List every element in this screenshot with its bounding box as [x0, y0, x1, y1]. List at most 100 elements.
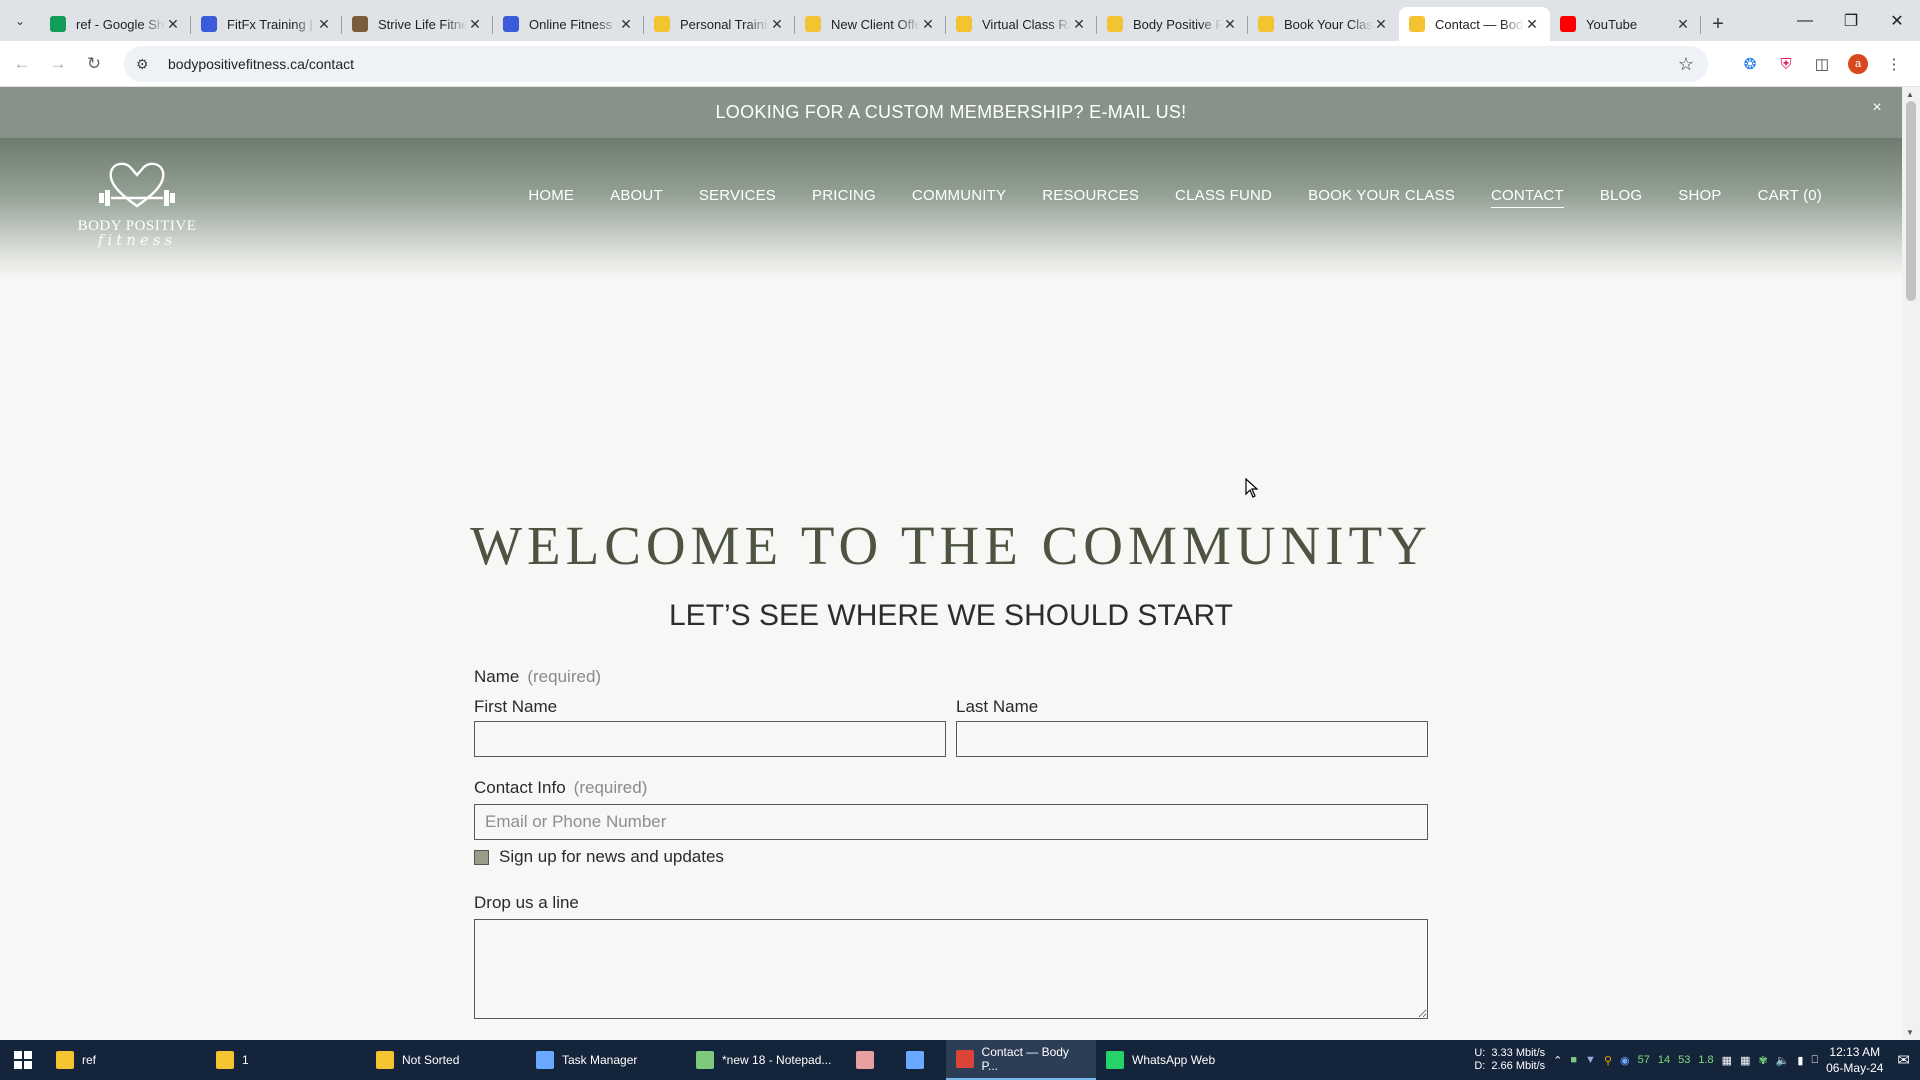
- tab-close-icon[interactable]: ✕: [1373, 16, 1389, 33]
- clock[interactable]: 12:13 AM 06-May-24: [1826, 1044, 1883, 1076]
- back-arrow-icon[interactable]: ←: [4, 46, 40, 82]
- site-logo[interactable]: BODY POSITIVE fitness: [62, 158, 212, 258]
- message-label: Drop us a line: [474, 893, 579, 912]
- extension-icon[interactable]: ❂: [1732, 46, 1768, 82]
- profile-avatar[interactable]: a: [1840, 46, 1876, 82]
- tray-globe-icon[interactable]: ◉: [1620, 1054, 1630, 1067]
- tab-close-icon[interactable]: ✕: [467, 16, 483, 33]
- tab-close-icon[interactable]: ✕: [1222, 16, 1238, 33]
- scroll-up-icon[interactable]: ▲: [1906, 90, 1914, 99]
- tab-close-icon[interactable]: ✕: [769, 16, 785, 33]
- windows-start-icon[interactable]: [0, 1040, 46, 1080]
- browser-tab[interactable]: Strive Life Fitness✕: [342, 7, 493, 41]
- tab-title: YouTube: [1586, 16, 1638, 32]
- tray-app-icon[interactable]: ▦: [1740, 1054, 1750, 1067]
- browser-tab[interactable]: Online Fitness Classes✕: [493, 7, 644, 41]
- tab-close-icon[interactable]: ✕: [1524, 16, 1540, 33]
- address-bar[interactable]: ⚙ bodypositivefitness.ca/contact ☆: [124, 46, 1708, 82]
- folder-icon: [956, 16, 972, 32]
- tray-app-icon[interactable]: ▼: [1585, 1054, 1596, 1066]
- tab-close-icon[interactable]: ✕: [1675, 16, 1691, 33]
- scrollbar-thumb[interactable]: [1906, 101, 1916, 301]
- tab-search-chevron-icon[interactable]: ⌄: [0, 0, 40, 41]
- tray-search-icon[interactable]: ⚲: [1604, 1054, 1612, 1067]
- nav-link-shop[interactable]: SHOP: [1678, 187, 1721, 208]
- browser-tab[interactable]: Book Your Class ✕: [1248, 7, 1399, 41]
- nav-link-home[interactable]: HOME: [528, 187, 574, 208]
- taskbar-item[interactable]: [896, 1040, 946, 1080]
- url-text[interactable]: bodypositivefitness.ca/contact: [168, 56, 354, 72]
- taskbar-item[interactable]: Contact — Body P...: [946, 1040, 1096, 1080]
- tray-app-icon[interactable]: ✾: [1758, 1054, 1767, 1067]
- browser-tab[interactable]: YouTube ✕: [1550, 7, 1701, 41]
- tray-chevron-icon[interactable]: ⌃: [1553, 1054, 1562, 1067]
- scroll-down-icon[interactable]: ▼: [1906, 1028, 1914, 1037]
- mouse-cursor-icon: [1245, 478, 1259, 498]
- taskbar-item[interactable]: [846, 1040, 896, 1080]
- taskbar-item[interactable]: *new 18 - Notepad...: [686, 1040, 846, 1080]
- taskbar-item[interactable]: 1: [206, 1040, 366, 1080]
- browser-tab[interactable]: ref - Google Sheets✕: [40, 7, 191, 41]
- message-textarea[interactable]: [474, 919, 1428, 1019]
- taskbar-item[interactable]: Task Manager: [526, 1040, 686, 1080]
- forward-arrow-icon[interactable]: →: [40, 46, 76, 82]
- taskbar-item[interactable]: ref: [46, 1040, 206, 1080]
- nav-link-class-fund[interactable]: CLASS FUND: [1175, 187, 1272, 208]
- last-name-input[interactable]: [956, 721, 1428, 757]
- tab-close-icon[interactable]: ✕: [165, 16, 181, 33]
- announcement-bar[interactable]: LOOKING FOR A CUSTOM MEMBERSHIP? E-MAIL …: [0, 87, 1902, 138]
- network-icon[interactable]: ⎕: [1811, 1054, 1818, 1067]
- tab-close-icon[interactable]: ✕: [316, 16, 332, 33]
- tab-close-icon[interactable]: ✕: [920, 16, 936, 33]
- battery-icon[interactable]: ▮: [1797, 1054, 1803, 1067]
- browser-tab[interactable]: FitFx Training | Online✕: [191, 7, 342, 41]
- puzzle-extensions-icon[interactable]: ◫: [1804, 46, 1840, 82]
- contact-info-input[interactable]: [474, 804, 1428, 840]
- nav-link-about[interactable]: ABOUT: [610, 187, 663, 208]
- taskbar-item[interactable]: Not Sorted: [366, 1040, 526, 1080]
- site-info-icon[interactable]: ⚙: [136, 56, 158, 73]
- nav-link-blog[interactable]: BLOG: [1600, 187, 1642, 208]
- logo-script-text: fitness: [97, 231, 177, 249]
- browser-tab[interactable]: New Client Offer ✕: [795, 7, 946, 41]
- notifications-icon[interactable]: ✉: [1897, 1051, 1910, 1069]
- tray-app-icon[interactable]: ■: [1570, 1054, 1577, 1066]
- taskbar-item-label: Not Sorted: [402, 1053, 460, 1067]
- browser-tab[interactable]: Body Positive Fitness✕: [1097, 7, 1248, 41]
- announcement-close-icon[interactable]: ×: [1872, 99, 1882, 117]
- name-label-text: Name: [474, 667, 520, 686]
- nav-link-resources[interactable]: RESOURCES: [1042, 187, 1139, 208]
- tab-close-icon[interactable]: ✕: [618, 16, 634, 33]
- nav-link-community[interactable]: COMMUNITY: [912, 187, 1006, 208]
- bookmark-star-icon[interactable]: ☆: [1678, 54, 1694, 75]
- tab-title: Book Your Class: [1284, 16, 1373, 32]
- tab-close-icon[interactable]: ✕: [1071, 16, 1087, 33]
- browser-tab[interactable]: Virtual Class Rates✕: [946, 7, 1097, 41]
- shield-extension-icon[interactable]: ⛨: [1768, 46, 1804, 82]
- first-name-input[interactable]: [474, 721, 946, 757]
- volume-icon[interactable]: 🔈: [1776, 1054, 1790, 1067]
- reload-icon[interactable]: ↻: [76, 46, 112, 82]
- nav-link-book-your-class[interactable]: BOOK YOUR CLASS: [1308, 187, 1455, 208]
- restore-icon[interactable]: ❐: [1828, 0, 1874, 41]
- system-tray: U: D: 3.33 Mbit/s 2.66 Mbit/s ⌃ ■ ▼ ⚲ ◉ 57…: [1474, 1040, 1920, 1080]
- nav-link-services[interactable]: SERVICES: [699, 187, 776, 208]
- nav-link-contact[interactable]: CONTACT: [1491, 187, 1564, 208]
- close-window-icon[interactable]: ✕: [1874, 0, 1920, 41]
- new-tab-button[interactable]: +: [1701, 7, 1735, 41]
- page-scrollbar[interactable]: ▲ ▼: [1902, 87, 1920, 1040]
- menu-kebab-icon[interactable]: ⋮: [1876, 46, 1912, 82]
- site-header: BODY POSITIVE fitness HOME ABOUT SERVICES P…: [0, 138, 1902, 278]
- newsletter-checkbox-row[interactable]: Sign up for news and updates: [474, 847, 1428, 867]
- browser-tab[interactable]: Personal Training✕: [644, 7, 795, 41]
- newsletter-checkbox[interactable]: [474, 849, 489, 865]
- taskbar-item[interactable]: WhatsApp Web: [1096, 1040, 1246, 1080]
- nav-link-cart-0[interactable]: CART (0): [1758, 187, 1822, 208]
- taskbar-item-label: Contact — Body P...: [981, 1045, 1069, 1073]
- browser-tab[interactable]: Contact — Body Positive✕: [1399, 7, 1550, 41]
- tray-app-icon[interactable]: ▦: [1722, 1054, 1732, 1067]
- announcement-text[interactable]: LOOKING FOR A CUSTOM MEMBERSHIP? E-MAIL …: [716, 102, 1187, 123]
- nav-link-pricing[interactable]: PRICING: [812, 187, 876, 208]
- tray-number: 14: [1657, 1054, 1671, 1066]
- minimize-icon[interactable]: —: [1782, 0, 1828, 41]
